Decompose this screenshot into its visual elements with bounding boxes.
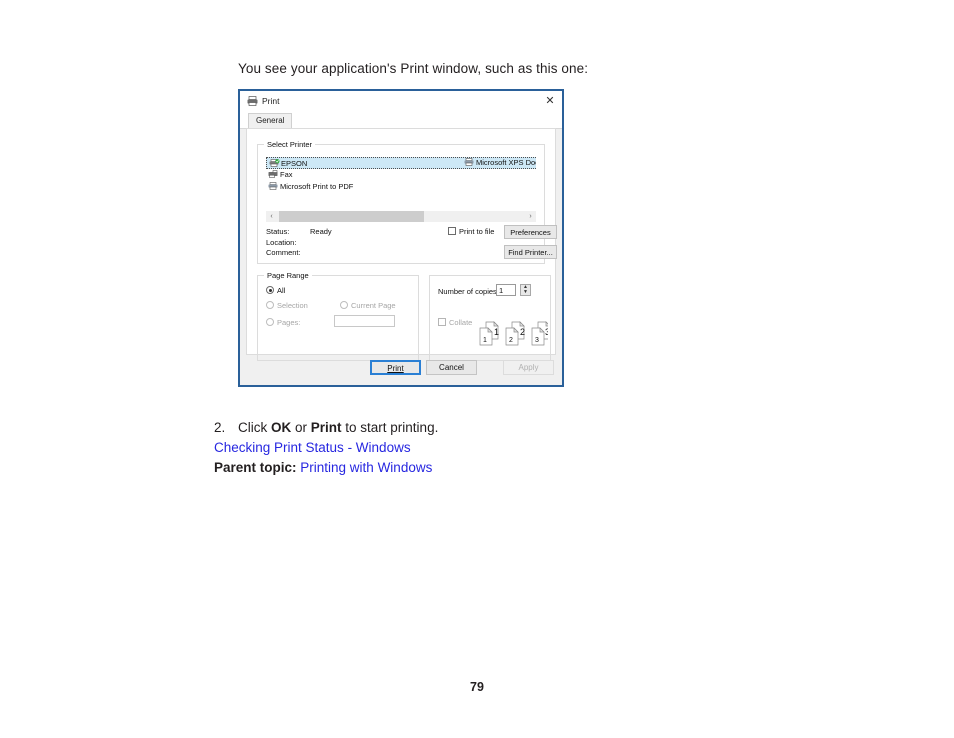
list-item-label: Microsoft XPS Documen: [476, 158, 536, 167]
spinner-down-icon[interactable]: ▼: [521, 290, 530, 295]
step-text-before: Click: [238, 420, 271, 435]
dialog-tabstrip: General: [240, 112, 562, 129]
page-number: 79: [470, 680, 484, 694]
copies-group: Number of copies: 1 ▲ ▼ Collate 1 1 2 2 …: [429, 275, 551, 361]
status-value: Ready: [310, 227, 332, 236]
select-printer-legend: Select Printer: [264, 140, 316, 149]
radio-current-page[interactable]: Current Page: [340, 301, 396, 310]
dialog-title: Print: [262, 96, 280, 106]
checkbox-box: [438, 318, 446, 326]
svg-text:3: 3: [545, 327, 548, 337]
printer-list-scrollbar[interactable]: ‹ ›: [266, 211, 536, 222]
page-range-legend: Page Range: [264, 271, 312, 280]
collate-illustration: 1 1 2 2 3 3: [474, 320, 551, 348]
svg-text:2: 2: [509, 337, 513, 344]
radio-selection[interactable]: Selection: [266, 301, 308, 310]
number-of-copies-label: Number of copies:: [438, 287, 499, 296]
svg-text:2: 2: [520, 327, 525, 337]
radio-pages[interactable]: Pages:: [266, 318, 300, 327]
cancel-button[interactable]: Cancel: [426, 360, 477, 375]
printer-icon: [247, 96, 258, 106]
radio-all-label: All: [277, 286, 286, 295]
step-2: 2. Click OK or Print to start printing.: [214, 420, 854, 435]
print-to-file-label: Print to file: [459, 227, 495, 236]
checkbox-box: [448, 227, 456, 235]
fax-icon: [268, 170, 279, 178]
step-block: 2. Click OK or Print to start printing. C…: [214, 420, 854, 475]
printer-default-icon: [269, 159, 280, 167]
list-item-label: Microsoft Print to PDF: [280, 182, 354, 191]
svg-text:1: 1: [483, 337, 487, 344]
chevron-right-icon[interactable]: ›: [525, 211, 536, 222]
preferences-button[interactable]: Preferences: [504, 225, 557, 239]
printer-icon: [464, 158, 475, 166]
tab-page-general: Select Printer EPSON Fax Microsoft Print…: [246, 128, 557, 361]
list-item-label: EPSON: [281, 159, 308, 168]
link-printing-with-windows[interactable]: Printing with Windows: [300, 460, 432, 475]
radio-current-page-label: Current Page: [351, 301, 396, 310]
collate-checkbox[interactable]: Collate: [438, 318, 472, 327]
svg-text:1: 1: [494, 327, 499, 337]
print-button[interactable]: Print: [370, 360, 421, 375]
comment-label: Comment:: [266, 248, 301, 257]
print-dialog: Print ✕ General Select Printer EPSON Fax…: [238, 89, 564, 387]
list-item-label: Fax: [280, 170, 293, 179]
parent-topic-row: Parent topic: Printing with Windows: [214, 460, 854, 475]
svg-text:3: 3: [535, 337, 539, 344]
parent-topic-label: Parent topic:: [214, 460, 297, 475]
list-item[interactable]: Fax: [266, 169, 536, 181]
copies-spinner[interactable]: ▲ ▼: [520, 284, 531, 296]
link-checking-print-status[interactable]: Checking Print Status - Windows: [214, 440, 854, 455]
link-checking-print-status-label[interactable]: Checking Print Status - Windows: [214, 440, 411, 455]
chevron-left-icon[interactable]: ‹: [266, 211, 277, 222]
dialog-action-bar: Print Cancel Apply: [240, 355, 562, 385]
printer-icon: [268, 182, 279, 190]
collate-label: Collate: [449, 318, 473, 327]
step-bold-ok: OK: [271, 420, 292, 435]
radio-box: [266, 301, 274, 309]
page-range-group: Page Range All Selection Current Page Pa…: [257, 271, 419, 361]
printer-status-block: Status: Ready Location: Comment:: [266, 227, 332, 259]
dialog-titlebar: Print ✕: [240, 91, 562, 112]
list-item[interactable]: Microsoft Print to PDF: [266, 181, 536, 193]
print-button-label: Print: [387, 364, 404, 373]
step-number: 2.: [214, 420, 226, 435]
step-text-middle: or: [291, 420, 311, 435]
radio-pages-label: Pages:: [277, 318, 301, 327]
step-text-after: to start printing.: [341, 420, 439, 435]
tab-general[interactable]: General: [248, 113, 293, 128]
radio-box: [340, 301, 348, 309]
apply-button: Apply: [503, 360, 554, 375]
status-label: Status:: [266, 227, 290, 236]
step-bold-print: Print: [310, 420, 342, 435]
radio-box: [266, 318, 274, 326]
close-icon[interactable]: ✕: [542, 94, 558, 109]
pages-input[interactable]: [334, 315, 395, 327]
radio-all[interactable]: All: [266, 286, 285, 295]
scrollbar-thumb[interactable]: [279, 211, 424, 222]
intro-text: You see your application's Print window,…: [238, 61, 589, 76]
list-item[interactable]: Microsoft XPS Documen: [464, 157, 536, 169]
printer-list[interactable]: EPSON Fax Microsoft Print to PDF Microso…: [266, 157, 536, 205]
radio-selection-label: Selection: [277, 301, 308, 310]
print-to-file-checkbox[interactable]: Print to file: [448, 227, 494, 236]
select-printer-group: Select Printer EPSON Fax Microsoft Print…: [257, 140, 557, 264]
number-of-copies-input[interactable]: 1: [496, 284, 516, 296]
location-label: Location:: [266, 237, 297, 247]
radio-box: [266, 286, 274, 294]
find-printer-button[interactable]: Find Printer...: [504, 245, 557, 259]
